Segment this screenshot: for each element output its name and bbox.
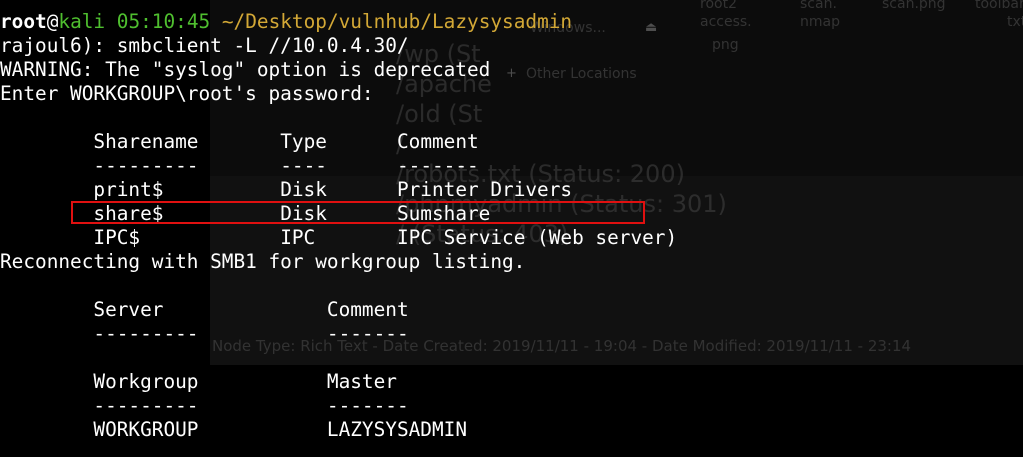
share-row: IPC$ IPC IPC Service (Web server) xyxy=(0,226,1023,250)
col-master: Master xyxy=(326,370,397,393)
share-name: print$ xyxy=(93,178,164,201)
underline: ------- xyxy=(326,322,409,345)
warning-line: WARNING: The "syslog" option is deprecat… xyxy=(0,58,491,81)
workgroup-row: WORKGROUP LAZYSYSADMIN xyxy=(0,418,1023,442)
workgroup-underline-row: --------- ------- xyxy=(0,394,1023,418)
prompt-host: kali xyxy=(58,10,106,33)
shares-header-row: Sharename Type Comment xyxy=(0,130,1023,154)
underline: --------- xyxy=(93,154,199,177)
col-comment: Comment xyxy=(396,130,479,153)
share-comment: Printer Drivers xyxy=(396,178,573,201)
share-type: IPC xyxy=(280,226,316,249)
share-row: print$ Disk Printer Drivers xyxy=(0,178,1023,202)
underline: ------- xyxy=(326,394,409,417)
server-underline-row: --------- ------- xyxy=(0,322,1023,346)
command-line: rajoul6): smbclient -L //10.0.4.30/ xyxy=(0,34,409,57)
col-sharename: Sharename xyxy=(93,130,199,153)
server-header-row: Server Comment xyxy=(0,298,1023,322)
col-comment: Comment xyxy=(326,298,409,321)
password-prompt: Enter WORKGROUP\root's password: xyxy=(0,82,374,105)
underline: --------- xyxy=(93,322,199,345)
reconnect-line: Reconnecting with SMB1 for workgroup lis… xyxy=(0,250,526,273)
underline: --------- xyxy=(93,394,199,417)
share-type: Disk xyxy=(280,178,327,201)
underline: ------- xyxy=(396,154,479,177)
workgroup-master: LAZYSYSADMIN xyxy=(326,418,467,441)
workgroup-header-row: Workgroup Master xyxy=(0,370,1023,394)
prompt-at: @ xyxy=(46,10,59,33)
terminal-output[interactable]: root@kali 05:10:45 ~/Desktop/vulnhub/Laz… xyxy=(0,0,1023,457)
share-name: IPC$ xyxy=(93,226,141,249)
underline: ---- xyxy=(280,154,327,177)
workgroup-name: WORKGROUP xyxy=(93,418,199,441)
col-type: Type xyxy=(280,130,327,153)
col-server: Server xyxy=(93,298,164,321)
col-workgroup: Workgroup xyxy=(93,370,199,393)
shares-underline-row: --------- ---- ------- xyxy=(0,154,1023,178)
prompt-path: ~/Desktop/vulnhub/Lazysysadmin xyxy=(221,10,573,33)
share-comment: IPC Service (Web server) xyxy=(396,226,678,249)
highlight-annotation xyxy=(71,201,645,224)
prompt-user: root xyxy=(0,10,47,33)
prompt-line: root@kali 05:10:45 ~/Desktop/vulnhub/Laz… xyxy=(0,10,1023,34)
prompt-time: 05:10:45 xyxy=(116,10,211,33)
